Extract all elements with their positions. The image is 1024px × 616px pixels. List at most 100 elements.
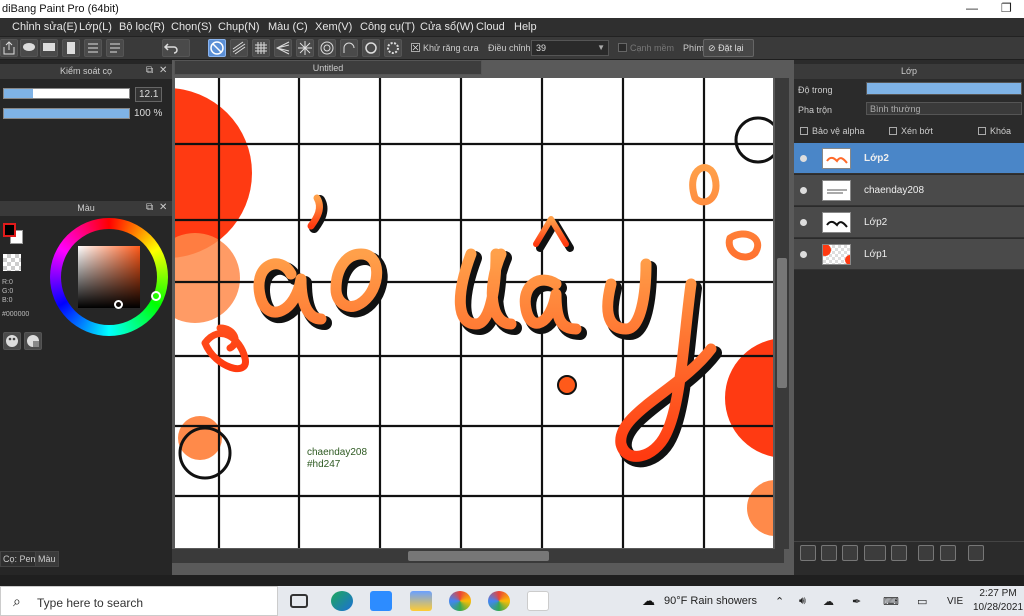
horizontal-scroll-thumb[interactable] (408, 551, 549, 561)
lock-checkbox[interactable]: Khóa (978, 126, 1011, 136)
clock-date: 10/28/2021 (973, 602, 1024, 613)
close-icon[interactable]: ✕ (159, 202, 167, 213)
folder-icon[interactable] (891, 545, 907, 561)
zoom-icon[interactable] (370, 591, 392, 611)
expand-icon[interactable]: ⧉ (146, 65, 153, 76)
canvas-area: Untitled chaenday208 #hd247 (172, 60, 794, 575)
new-layer-icon[interactable] (800, 545, 816, 561)
share-icon[interactable] (0, 39, 18, 57)
correction-select[interactable]: 39 ▼ (531, 40, 609, 56)
clock[interactable]: 2:27 PM 10/28/2021 (973, 587, 1023, 615)
correction-label: Điều chỉnh (488, 43, 531, 53)
hue-wheel[interactable] (50, 218, 168, 336)
add-layer-menu-icon[interactable] (864, 545, 886, 561)
chevron-up-icon[interactable]: ⌃ (775, 595, 784, 608)
edge-icon[interactable] (331, 591, 353, 611)
blend-mode-select[interactable]: Bình thường (866, 102, 1022, 115)
color-picker-handle[interactable] (114, 300, 123, 309)
tab-color[interactable]: Màu (35, 551, 59, 567)
restore-button[interactable]: ❐ (1001, 1, 1012, 15)
layer-row[interactable]: Lớp2 (794, 207, 1024, 238)
brush-size-slider[interactable] (3, 88, 130, 99)
menu-filter[interactable]: Bộ lọc(R) (119, 21, 165, 33)
grid-snap-icon[interactable] (252, 39, 270, 57)
layer-opacity-slider[interactable] (866, 82, 1022, 95)
chrome-icon[interactable] (488, 591, 510, 611)
comment-icon[interactable] (40, 39, 58, 57)
transparent-swatch[interactable] (3, 254, 21, 271)
duplicate-layer-icon[interactable] (918, 545, 934, 561)
paint-app-icon[interactable] (410, 591, 432, 611)
tab-brush[interactable]: Cọ: Pen (0, 551, 39, 567)
curve-snap-icon[interactable] (340, 39, 358, 57)
pen-icon[interactable]: ✒ (852, 595, 861, 608)
task-view-icon[interactable] (290, 594, 308, 608)
concentric-snap-icon[interactable] (318, 39, 336, 57)
brush-size-value[interactable]: 12.1 (135, 87, 163, 102)
checklist-icon[interactable] (106, 39, 124, 57)
search-icon: ⌕ (13, 593, 21, 609)
chrome-icon[interactable] (449, 591, 471, 611)
weather-text[interactable]: 90°F Rain showers (664, 595, 757, 607)
protect-alpha-checkbox[interactable]: Bảo vệ alpha (800, 126, 865, 136)
vertical-scrollbar[interactable] (775, 78, 789, 549)
keyboard-icon[interactable]: ⌨ (883, 595, 899, 608)
volume-icon[interactable]: 🔊︎ (799, 595, 806, 608)
display-icon[interactable]: ▭ (917, 595, 927, 608)
vertical-scroll-thumb[interactable] (777, 258, 787, 388)
menu-window[interactable]: Cửa sổ(W) (420, 21, 474, 33)
merge-layer-icon[interactable] (940, 545, 956, 561)
menu-capture[interactable]: Chụp(N) (218, 21, 260, 33)
saturation-square[interactable] (78, 246, 140, 308)
layer-row[interactable]: Lớp1 (794, 239, 1024, 270)
close-icon[interactable]: ✕ (159, 65, 167, 76)
no-snap-icon[interactable] (208, 39, 226, 57)
menu-help[interactable]: Help (514, 21, 537, 33)
settings-icon[interactable] (384, 39, 402, 57)
parallel-snap-icon[interactable] (230, 39, 248, 57)
reset-button[interactable]: ⊘ Đặt lại (703, 39, 754, 57)
expand-icon[interactable]: ⧉ (146, 202, 153, 213)
document-tab[interactable]: Untitled (174, 60, 482, 75)
clipping-checkbox[interactable]: Xén bớt (889, 126, 933, 136)
circle-snap-icon[interactable] (362, 39, 380, 57)
list-icon[interactable] (84, 39, 102, 57)
menu-color[interactable]: Màu (C) (268, 21, 308, 33)
language-indicator[interactable]: VIE (947, 596, 963, 607)
network-icon[interactable]: ☁ (823, 595, 834, 608)
key-label: Phím (683, 43, 705, 53)
document-icon[interactable] (62, 39, 80, 57)
undo-icon[interactable] (162, 39, 190, 57)
menu-tools[interactable]: Công cụ(T) (360, 21, 415, 33)
foreground-color-swatch[interactable] (3, 223, 16, 237)
menu-cloud[interactable]: Cloud (476, 21, 505, 33)
taskbar-search[interactable]: ⌕ Type here to search (0, 586, 278, 616)
speech-icon[interactable] (20, 39, 38, 57)
mixer-icon[interactable] (24, 332, 42, 350)
visibility-icon[interactable] (800, 251, 807, 258)
trash-icon[interactable] (968, 545, 984, 561)
palette-icon[interactable] (3, 332, 21, 350)
visibility-icon[interactable] (800, 187, 807, 194)
menu-edit[interactable]: Chỉnh sửa(E) (12, 21, 77, 33)
horizontal-scrollbar[interactable] (172, 549, 784, 563)
menu-view[interactable]: Xem(V) (315, 21, 352, 33)
brush-opacity-slider[interactable] (3, 108, 130, 119)
radial-snap-icon[interactable] (296, 39, 314, 57)
perspective-snap-icon[interactable] (274, 39, 292, 57)
new-layer-8bit-icon[interactable] (821, 545, 837, 561)
soft-edge-checkbox[interactable] (618, 43, 627, 52)
layer-row[interactable]: Lớp2 (794, 143, 1024, 174)
menu-select[interactable]: Chọn(S) (171, 21, 212, 33)
layer-name: Lớp2 (864, 153, 889, 164)
medibang-icon[interactable] (527, 591, 549, 611)
minimize-button[interactable]: — (966, 1, 978, 15)
hue-handle[interactable] (151, 291, 161, 301)
menu-layer[interactable]: Lớp(L) (79, 21, 112, 33)
visibility-icon[interactable] (800, 219, 807, 226)
layer-row[interactable]: chaenday208 (794, 175, 1024, 206)
new-layer-1bit-icon[interactable] (842, 545, 858, 561)
antialias-checkbox[interactable] (411, 43, 420, 52)
canvas[interactable]: chaenday208 #hd247 (175, 78, 773, 548)
visibility-icon[interactable] (800, 155, 807, 162)
